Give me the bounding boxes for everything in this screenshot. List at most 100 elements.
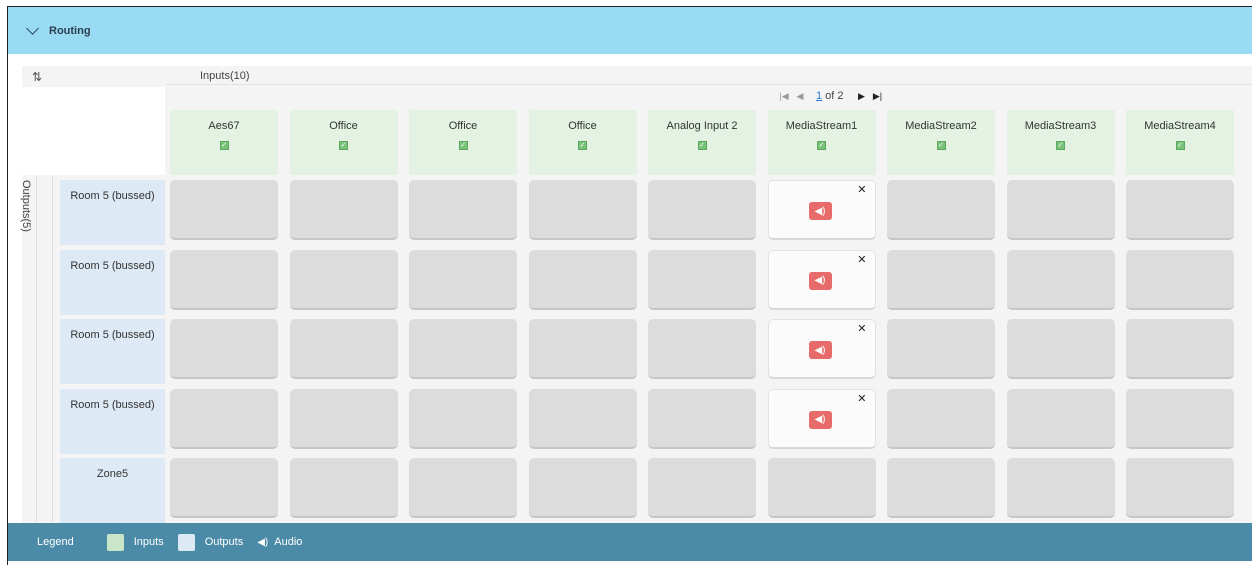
legend-audio: ◀) Audio bbox=[257, 536, 302, 548]
input-label: MediaStream1 bbox=[785, 120, 858, 132]
page-number-link[interactable]: 1 bbox=[816, 90, 822, 102]
crosspoint-cell[interactable] bbox=[887, 180, 995, 240]
grid-corner bbox=[22, 87, 165, 175]
crosspoint-cell[interactable] bbox=[1126, 180, 1234, 240]
input-header[interactable]: MediaStream1 ✓ bbox=[767, 110, 876, 175]
crosspoint-cell[interactable] bbox=[1126, 319, 1234, 379]
crosspoint-cell[interactable] bbox=[1126, 388, 1234, 449]
checkbox-checked-icon[interactable]: ✓ bbox=[339, 141, 348, 150]
crosspoint-cell[interactable] bbox=[887, 319, 995, 379]
crosspoint-cell[interactable] bbox=[528, 249, 637, 310]
pagination: |◀ ◀ 1 of 2 ▶ ▶| bbox=[776, 89, 885, 103]
crosspoint-cell-routed[interactable]: ✕ ◀) bbox=[767, 180, 876, 240]
crosspoint-cell[interactable] bbox=[887, 458, 995, 518]
crosspoint-cell[interactable] bbox=[289, 319, 398, 379]
crosspoint-cell[interactable] bbox=[1006, 319, 1115, 379]
input-header[interactable]: Analog Input 2 ✓ bbox=[648, 110, 756, 175]
crosspoint-cell[interactable] bbox=[1006, 388, 1115, 449]
legend-inputs-label: Inputs bbox=[133, 536, 164, 548]
first-page-icon[interactable]: |◀ bbox=[776, 89, 792, 103]
output-label: Room 5 (bussed) bbox=[70, 190, 155, 202]
speaker-icon: ◀) bbox=[808, 271, 832, 290]
close-icon[interactable]: ✕ bbox=[857, 393, 866, 405]
crosspoint-cell[interactable] bbox=[170, 388, 278, 449]
legend-inputs: Inputs bbox=[106, 533, 164, 551]
legend-title: Legend bbox=[37, 536, 74, 548]
input-header[interactable]: MediaStream2 ✓ bbox=[887, 110, 995, 175]
crosspoint-cell[interactable] bbox=[409, 319, 517, 379]
input-label: Office bbox=[329, 120, 358, 132]
crosspoint-cell[interactable] bbox=[170, 319, 278, 379]
crosspoint-cell[interactable] bbox=[1126, 249, 1234, 310]
last-page-icon[interactable]: ▶| bbox=[869, 89, 885, 103]
crosspoint-cell[interactable] bbox=[289, 249, 398, 310]
crosspoint-cell[interactable] bbox=[289, 388, 398, 449]
output-header[interactable]: Room 5 (bussed) bbox=[60, 388, 165, 454]
crosspoint-cell[interactable] bbox=[289, 180, 398, 240]
chevron-down-icon[interactable] bbox=[26, 22, 39, 35]
crosspoint-cell[interactable] bbox=[648, 249, 756, 310]
crosspoint-cell-routed[interactable]: ✕ ◀) bbox=[767, 249, 876, 310]
next-page-icon[interactable]: ▶ bbox=[853, 89, 869, 103]
checkbox-checked-icon[interactable]: ✓ bbox=[817, 141, 826, 150]
input-header[interactable]: Aes67 ✓ bbox=[170, 110, 278, 175]
inputs-title: Inputs(10) bbox=[200, 70, 250, 82]
checkbox-checked-icon[interactable]: ✓ bbox=[1056, 141, 1065, 150]
prev-page-icon[interactable]: ◀ bbox=[792, 89, 808, 103]
input-header[interactable]: Office ✓ bbox=[528, 110, 637, 175]
close-icon[interactable]: ✕ bbox=[857, 324, 866, 335]
input-header[interactable]: Office ✓ bbox=[289, 110, 398, 175]
refresh-icon[interactable]: ⇅ bbox=[30, 70, 44, 84]
input-label: Analog Input 2 bbox=[666, 120, 738, 132]
output-header[interactable]: Room 5 (bussed) bbox=[60, 319, 165, 384]
checkbox-checked-icon[interactable]: ✓ bbox=[697, 141, 707, 150]
output-header[interactable]: Room 5 (bussed) bbox=[60, 180, 165, 245]
crosspoint-cell-routed[interactable]: ✕ ◀) bbox=[767, 319, 876, 379]
input-header[interactable]: MediaStream4 ✓ bbox=[1126, 110, 1234, 175]
crosspoint-cell[interactable] bbox=[528, 319, 637, 379]
crosspoint-cell[interactable] bbox=[289, 458, 398, 518]
legend-outputs-label: Outputs bbox=[204, 536, 244, 548]
close-icon[interactable]: ✕ bbox=[857, 254, 866, 266]
page-of-text: of 2 bbox=[825, 90, 844, 102]
input-header[interactable]: Office ✓ bbox=[409, 110, 517, 175]
routing-section-header[interactable]: Routing bbox=[8, 7, 1252, 54]
speaker-icon: ◀) bbox=[808, 410, 832, 429]
crosspoint-cell[interactable] bbox=[648, 319, 756, 379]
crosspoint-cell[interactable] bbox=[648, 180, 756, 240]
crosspoint-cell[interactable] bbox=[409, 249, 517, 310]
crosspoint-cell[interactable] bbox=[528, 180, 637, 240]
checkbox-checked-icon[interactable]: ✓ bbox=[936, 141, 946, 150]
crosspoint-cell[interactable] bbox=[648, 388, 756, 449]
crosspoint-cell[interactable] bbox=[170, 180, 278, 240]
outputs-swatch bbox=[177, 533, 195, 551]
crosspoint-cell-routed[interactable]: ✕ ◀) bbox=[767, 388, 876, 449]
checkbox-checked-icon[interactable]: ✓ bbox=[458, 141, 468, 150]
crosspoint-cell[interactable] bbox=[170, 249, 278, 310]
output-header[interactable]: Room 5 (bussed) bbox=[60, 249, 165, 315]
crosspoint-cell[interactable] bbox=[648, 458, 756, 518]
checkbox-checked-icon[interactable]: ✓ bbox=[219, 141, 229, 150]
input-header[interactable]: MediaStream3 ✓ bbox=[1006, 110, 1115, 175]
crosspoint-cell[interactable] bbox=[528, 458, 637, 518]
outputs-title: Outputs(5) bbox=[20, 180, 32, 232]
output-header[interactable]: Zone5 bbox=[60, 458, 165, 523]
output-label: Room 5 (bussed) bbox=[70, 329, 155, 341]
output-label: Zone5 bbox=[96, 468, 129, 480]
crosspoint-cell[interactable] bbox=[409, 388, 517, 449]
crosspoint-cell[interactable] bbox=[528, 388, 637, 449]
checkbox-checked-icon[interactable]: ✓ bbox=[1175, 141, 1185, 150]
crosspoint-cell[interactable] bbox=[1006, 180, 1115, 240]
crosspoint-cell[interactable] bbox=[767, 458, 876, 518]
crosspoint-cell[interactable] bbox=[1126, 458, 1234, 518]
divider bbox=[166, 84, 1252, 85]
crosspoint-cell[interactable] bbox=[887, 249, 995, 310]
crosspoint-cell[interactable] bbox=[1006, 458, 1115, 518]
crosspoint-cell[interactable] bbox=[409, 180, 517, 240]
crosspoint-cell[interactable] bbox=[409, 458, 517, 518]
crosspoint-cell[interactable] bbox=[170, 458, 278, 518]
close-icon[interactable]: ✕ bbox=[857, 185, 866, 196]
crosspoint-cell[interactable] bbox=[887, 388, 995, 449]
checkbox-checked-icon[interactable]: ✓ bbox=[578, 141, 587, 150]
crosspoint-cell[interactable] bbox=[1006, 249, 1115, 310]
